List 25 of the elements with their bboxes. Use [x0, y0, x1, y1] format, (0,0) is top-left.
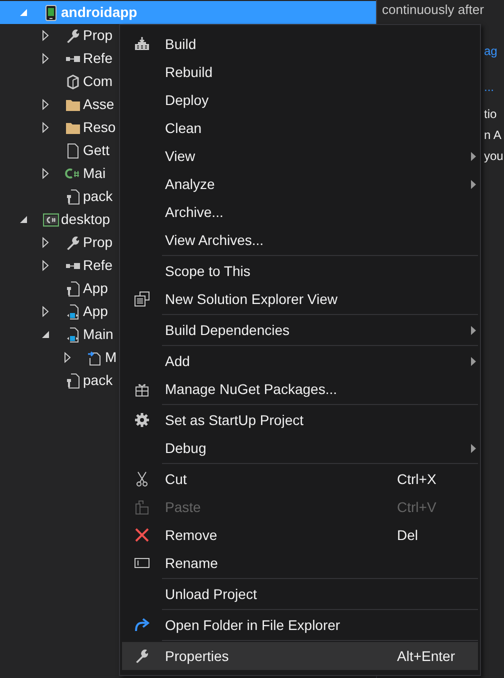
tree-item-label: androidapp	[61, 3, 138, 22]
tree-item-label: desktop	[61, 210, 110, 229]
tree-item-label: Refe	[83, 49, 113, 68]
shortcut-text: Del	[397, 526, 420, 544]
tree-item-label: pack	[83, 187, 113, 206]
tree-item-label: Main	[83, 325, 114, 344]
shortcut-text: Alt+Enter	[397, 646, 456, 666]
tree-item-label: Prop	[83, 233, 113, 252]
description-text: n A	[484, 127, 502, 144]
tree-item-label: App	[83, 279, 108, 298]
shortcut-text: Ctrl+V	[397, 498, 438, 516]
tree-item-label: Prop	[83, 26, 113, 45]
tree-item-label: M	[105, 348, 117, 367]
description-text: continuously after	[382, 2, 485, 17]
tree-item-label: App	[83, 302, 108, 321]
tree-item-label: Mai	[83, 164, 106, 183]
shortcut-text: Ctrl+X	[397, 470, 438, 488]
tree-item-label: Gett	[83, 141, 110, 160]
tree-item-label: pack	[83, 371, 113, 390]
tree-item-label: Asse	[83, 95, 114, 114]
tree-item-label: Reso	[83, 118, 116, 137]
description-text: you	[484, 148, 504, 165]
tree-item-label: Refe	[83, 256, 113, 275]
description-text: tio	[484, 106, 498, 123]
tree-item-label: Com	[83, 72, 113, 91]
